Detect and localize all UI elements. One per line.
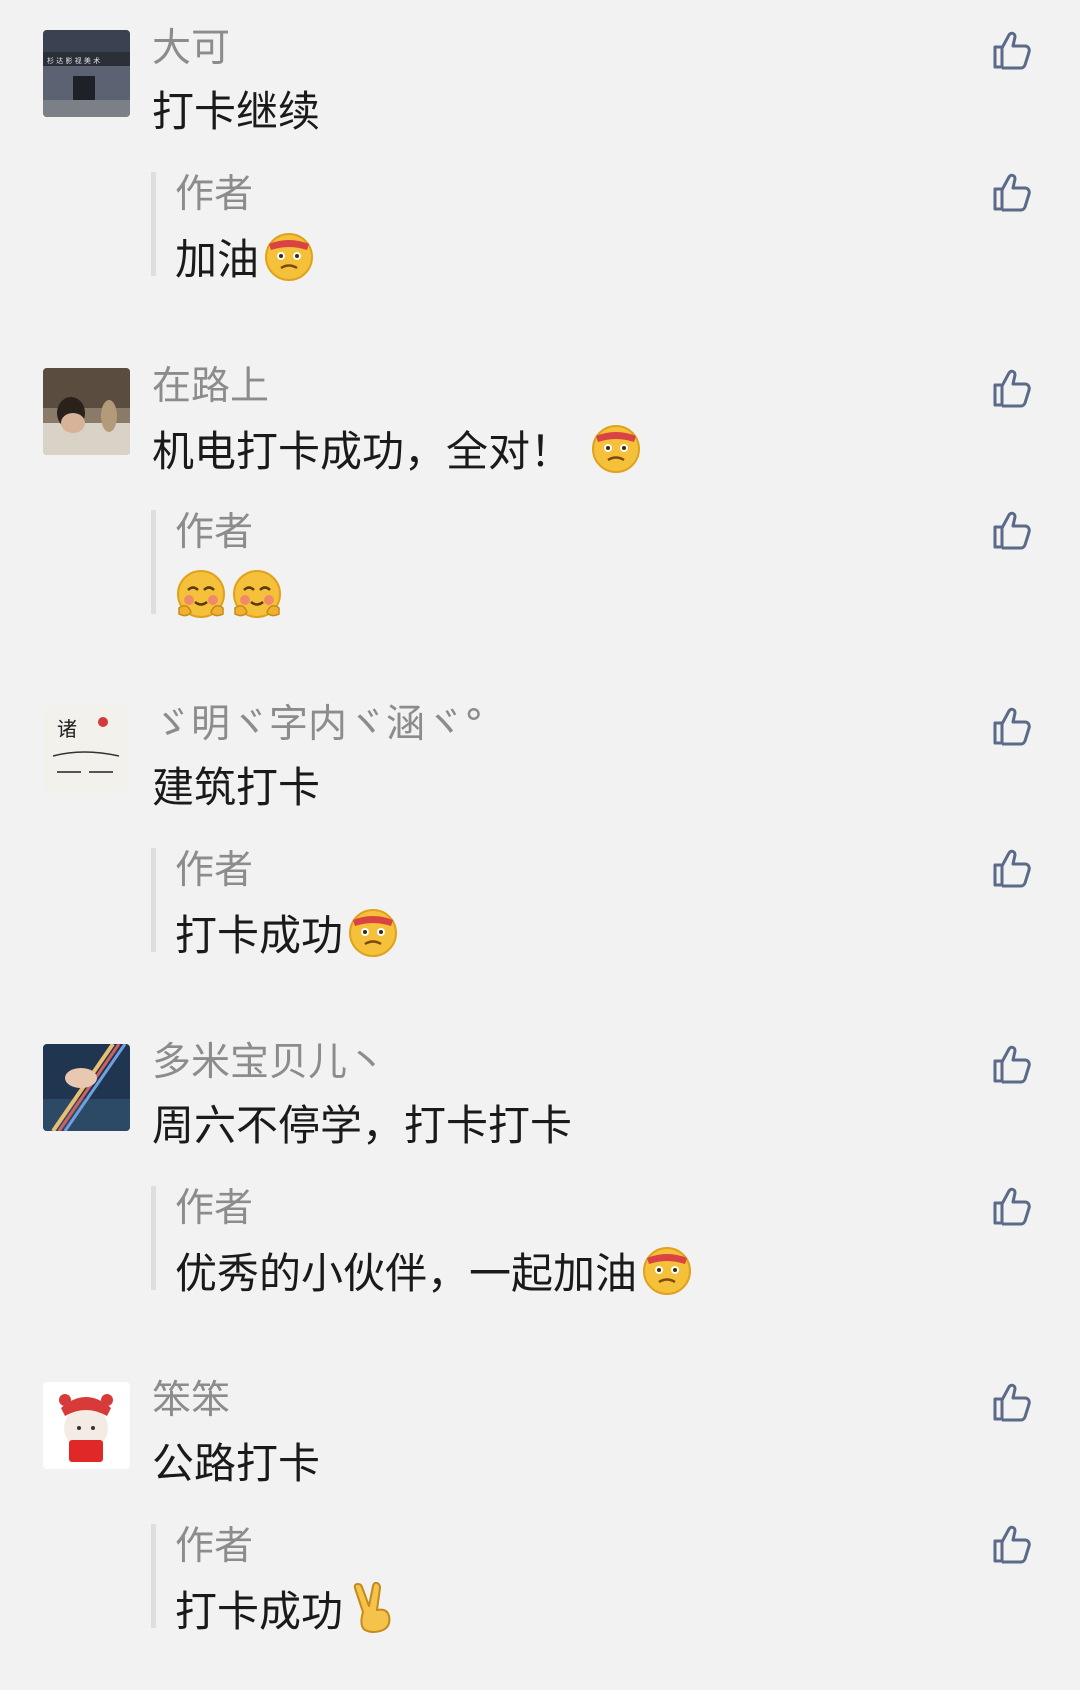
- comment: 多米宝贝儿丶 周六不停学，打卡打卡: [0, 1014, 1080, 1164]
- like-button[interactable]: [990, 846, 1034, 890]
- comment-thread: 笨笨 公路打卡 作者 打卡成功: [0, 1352, 1080, 1690]
- thumbs-up-icon: [990, 846, 1034, 890]
- thumbs-up-icon: [990, 366, 1034, 410]
- thumbs-up-icon: [990, 1042, 1034, 1086]
- blush-face-emoji: [231, 568, 283, 620]
- thumbs-up-icon: [990, 704, 1034, 748]
- reply-divider: [151, 1524, 156, 1628]
- thumbs-up-icon: [990, 1184, 1034, 1228]
- comment-text: 建筑打卡: [152, 763, 321, 812]
- angry-face-emoji: [641, 1244, 693, 1296]
- reply-divider: [151, 848, 156, 952]
- reply-author: 作者: [175, 172, 254, 217]
- reply-divider: [151, 510, 156, 614]
- comment: 在路上 机电打卡成功，全对！: [0, 338, 1080, 488]
- thumbs-up-icon: [990, 1522, 1034, 1566]
- author-reply: 作者: [0, 488, 1080, 676]
- commenter-name: 大可: [152, 26, 231, 71]
- author-reply: 作者 加油: [0, 150, 1080, 338]
- reply-divider: [151, 1186, 156, 1290]
- thumbs-up-icon: [990, 28, 1034, 72]
- like-button[interactable]: [990, 508, 1034, 552]
- comment-text: 周六不停学，打卡打卡: [152, 1101, 573, 1150]
- comment-text: 机电打卡成功，全对！: [152, 422, 642, 480]
- avatar[interactable]: [43, 1382, 130, 1469]
- thumbs-up-icon: [990, 508, 1034, 552]
- angry-face-emoji: [263, 230, 315, 282]
- avatar[interactable]: [43, 1044, 130, 1131]
- reply-text: 加油: [175, 230, 315, 288]
- svg-text:杉 达 影 视 美 术: 杉 达 影 视 美 术: [47, 56, 100, 65]
- comment-text: 打卡继续: [152, 87, 321, 136]
- victory-hand-emoji: [347, 1582, 399, 1634]
- reply-author: 作者: [175, 510, 254, 555]
- avatar[interactable]: 诸: [43, 706, 130, 793]
- reply-text: 打卡成功: [175, 906, 399, 964]
- like-button[interactable]: [990, 1380, 1034, 1424]
- angry-face-emoji: [347, 906, 399, 958]
- avatar[interactable]: [43, 368, 130, 455]
- commenter-name: ゞ明ヾ字内ヾ涵ヾ°: [152, 702, 484, 747]
- author-reply: 作者 打卡成功: [0, 1502, 1080, 1690]
- reply-text: 优秀的小伙伴，一起加油: [175, 1244, 693, 1302]
- commenter-name: 在路上: [152, 364, 270, 409]
- commenter-name: 多米宝贝儿丶: [152, 1040, 387, 1085]
- reply-text: 打卡成功: [175, 1582, 399, 1640]
- commenter-name: 笨笨: [152, 1378, 231, 1423]
- svg-text:诸: 诸: [57, 717, 77, 741]
- thumbs-up-icon: [990, 1380, 1034, 1424]
- reply-author: 作者: [175, 848, 254, 893]
- angry-face-emoji: [590, 422, 642, 474]
- comment-text: 公路打卡: [152, 1439, 321, 1488]
- like-button[interactable]: [990, 170, 1034, 214]
- comment-thread: 多米宝贝儿丶 周六不停学，打卡打卡 作者 优秀的小伙伴，一起加油: [0, 1014, 1080, 1352]
- blush-face-emoji: [175, 568, 227, 620]
- like-button[interactable]: [990, 28, 1034, 72]
- reply-author: 作者: [175, 1524, 254, 1569]
- like-button[interactable]: [990, 1522, 1034, 1566]
- like-button[interactable]: [990, 1184, 1034, 1228]
- reply-divider: [151, 172, 156, 276]
- author-reply: 作者 优秀的小伙伴，一起加油: [0, 1164, 1080, 1352]
- avatar[interactable]: 杉 达 影 视 美 术: [43, 30, 130, 117]
- comment: 杉 达 影 视 美 术 大可 打卡继续: [0, 0, 1080, 150]
- comment: 诸 ゞ明ヾ字内ヾ涵ヾ° 建筑打卡: [0, 676, 1080, 826]
- author-reply: 作者 打卡成功: [0, 826, 1080, 1014]
- like-button[interactable]: [990, 366, 1034, 410]
- like-button[interactable]: [990, 1042, 1034, 1086]
- like-button[interactable]: [990, 704, 1034, 748]
- comment: 笨笨 公路打卡: [0, 1352, 1080, 1502]
- comment-thread: 诸 ゞ明ヾ字内ヾ涵ヾ° 建筑打卡 作者 打卡成功: [0, 676, 1080, 1014]
- reply-author: 作者: [175, 1186, 254, 1231]
- reply-text: [175, 568, 283, 626]
- thumbs-up-icon: [990, 170, 1034, 214]
- comment-thread: 在路上 机电打卡成功，全对！ 作者: [0, 338, 1080, 676]
- comment-thread: 杉 达 影 视 美 术 大可 打卡继续 作者 加油: [0, 0, 1080, 338]
